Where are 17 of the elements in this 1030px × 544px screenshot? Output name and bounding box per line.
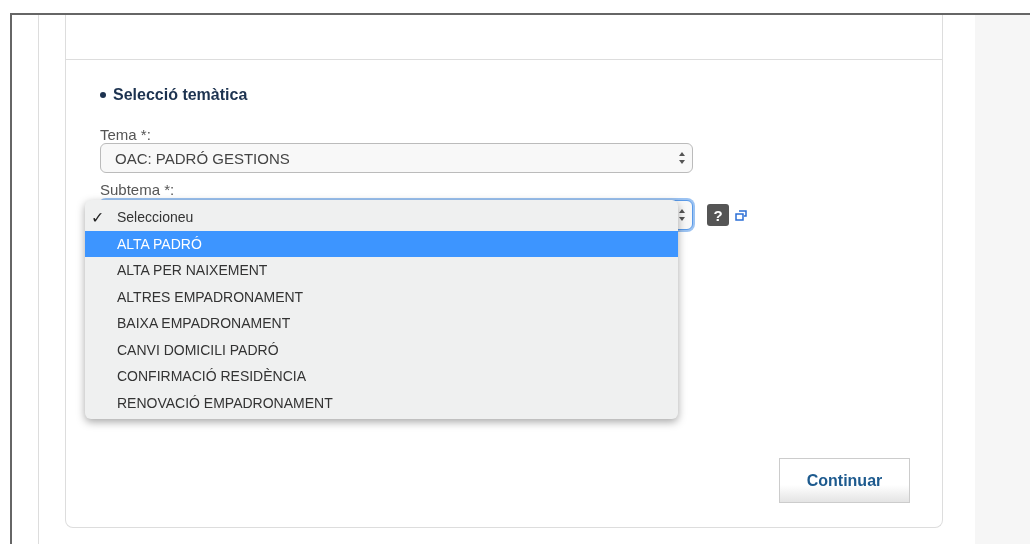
field-label: Tema *: <box>100 126 152 143</box>
dropdown-option[interactable]: ALTA PER NAIXEMENT <box>85 257 678 284</box>
select-arrows-icon <box>678 208 686 222</box>
external-window-icon[interactable] <box>735 209 747 221</box>
section-title: Selecció temàtica <box>113 86 248 104</box>
tema-select[interactable]: OAC: PADRÓ GESTIONS <box>100 143 693 173</box>
dropdown-option[interactable]: ALTRES EMPADRONAMENT <box>85 283 678 310</box>
field-label: Subtema *: <box>100 181 176 198</box>
bullet-icon <box>100 92 106 98</box>
select-arrows-icon <box>678 151 686 165</box>
dropdown-option[interactable]: CANVI DOMICILI PADRÓ <box>85 336 678 363</box>
dropdown-option[interactable]: ✓ Seleccioneu <box>85 204 678 231</box>
help-button[interactable]: ? <box>707 204 729 226</box>
dropdown-option[interactable]: RENOVACIÓ EMPADRONAMENT <box>85 389 678 416</box>
dropdown-option[interactable]: BAIXA EMPADRONAMENT <box>85 310 678 337</box>
continue-button[interactable]: Continuar <box>779 458 910 503</box>
dropdown-option[interactable]: CONFIRMACIÓ RESIDÈNCIA <box>85 363 678 390</box>
